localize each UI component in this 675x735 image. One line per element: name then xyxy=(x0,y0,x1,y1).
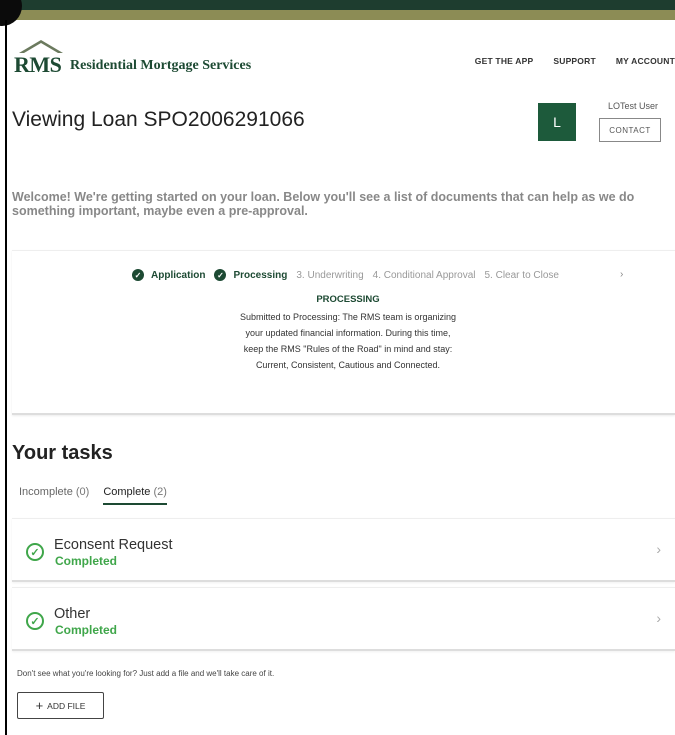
welcome-message: Welcome! We're getting started on your l… xyxy=(12,190,635,218)
step-underwriting[interactable]: 3. Underwriting xyxy=(296,270,363,281)
check-circle-icon: ✓ xyxy=(214,269,227,281)
top-navigation: GET THE APP SUPPORT MY ACCOUNT xyxy=(475,56,675,66)
logo-mark: RMS xyxy=(14,40,66,78)
current-status-heading: PROCESSING xyxy=(316,294,380,305)
chevron-right-icon: › xyxy=(656,541,661,557)
tab-label: Incomplete xyxy=(19,486,73,498)
task-status: Completed xyxy=(55,554,118,568)
tab-incomplete[interactable]: Incomplete (0) xyxy=(19,486,89,505)
top-accent-dark xyxy=(0,0,675,10)
nav-support[interactable]: SUPPORT xyxy=(553,56,596,66)
task-title: Other xyxy=(54,606,91,622)
check-circle-icon: ✓ xyxy=(26,543,44,561)
logo-letters: RMS xyxy=(14,52,62,77)
user-name: LOTest User xyxy=(607,101,658,111)
corner-badge xyxy=(0,0,22,26)
tasks-heading: Your tasks xyxy=(12,442,113,464)
step-application[interactable]: ✓ Application xyxy=(132,269,205,281)
step-label: 3. Underwriting xyxy=(296,269,364,281)
plus-icon: + xyxy=(35,698,44,713)
check-circle-icon: ✓ xyxy=(132,269,144,281)
tab-count: (2) xyxy=(153,486,167,498)
step-processing[interactable]: ✓ Processing xyxy=(214,269,287,281)
loan-status-card: ✓ Application ✓ Processing 3. Underwriti… xyxy=(12,250,675,415)
left-edge-rule xyxy=(5,20,7,735)
current-status-description: Submitted to Processing: The RMS team is… xyxy=(240,312,456,370)
add-file-helper-text: Don't see what you're looking for? Just … xyxy=(17,669,275,678)
chevron-right-icon[interactable]: › xyxy=(620,269,623,280)
step-label: 4. Conditional Approval xyxy=(372,269,476,281)
task-item-econsent[interactable]: ✓ Econsent Request Completed › xyxy=(12,518,675,582)
task-item-other[interactable]: ✓ Other Completed › xyxy=(12,587,675,651)
brand-name: Residential Mortgage Services xyxy=(70,58,252,73)
top-accent-bar xyxy=(0,0,675,20)
add-file-button[interactable]: + ADD FILE xyxy=(17,692,104,719)
tab-count: (0) xyxy=(75,486,90,498)
check-circle-icon: ✓ xyxy=(26,612,44,630)
task-title: Econsent Request xyxy=(54,537,173,553)
task-status: Completed xyxy=(55,623,118,637)
step-label: Processing xyxy=(233,269,288,281)
top-accent-olive xyxy=(0,10,675,20)
step-clear-to-close[interactable]: 5. Clear to Close xyxy=(485,270,559,281)
tab-complete[interactable]: Complete (2) xyxy=(103,486,167,505)
contact-button[interactable]: CONTACT xyxy=(599,118,661,142)
nav-my-account[interactable]: MY ACCOUNT xyxy=(616,56,675,66)
tab-label: Complete xyxy=(103,486,151,498)
page-title: Viewing Loan SPO2006291066 xyxy=(12,108,305,131)
user-avatar[interactable]: L xyxy=(538,103,576,141)
progress-steps: ✓ Application ✓ Processing 3. Underwriti… xyxy=(132,269,568,281)
nav-get-the-app[interactable]: GET THE APP xyxy=(475,56,534,66)
add-file-label: ADD FILE xyxy=(47,700,86,711)
chevron-right-icon: › xyxy=(656,610,661,626)
step-label: Application xyxy=(151,269,206,281)
task-tabs: Incomplete (0) Complete (2) xyxy=(19,486,181,505)
step-conditional-approval[interactable]: 4. Conditional Approval xyxy=(373,270,476,281)
brand-logo[interactable]: RMS Residential Mortgage Services xyxy=(14,40,251,78)
step-label: 5. Clear to Close xyxy=(484,269,559,281)
